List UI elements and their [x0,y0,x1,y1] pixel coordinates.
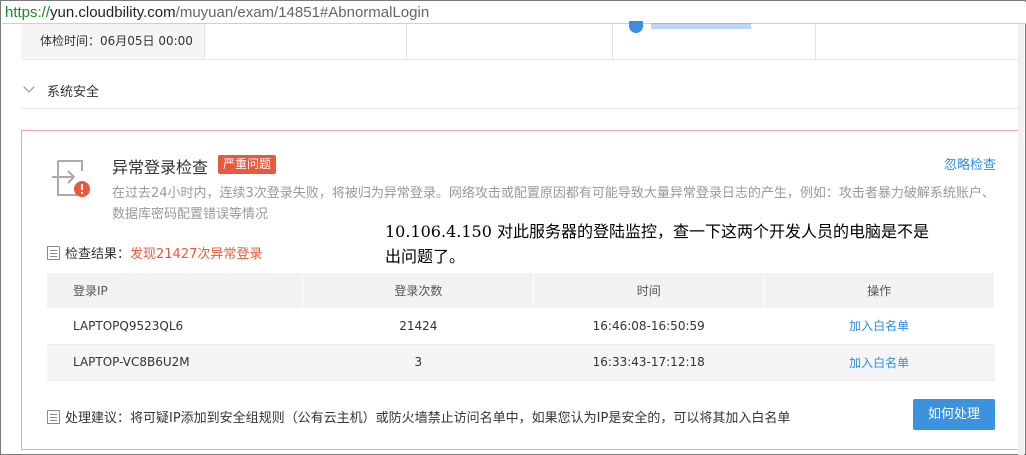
ignore-check-link[interactable]: 忽略检查 [944,154,996,173]
severity-badge: 严重问题 [218,155,277,174]
cell-action: 加入白名单 [763,308,995,345]
cell-count: 21424 [302,308,534,345]
chevron-down-icon[interactable] [23,81,35,93]
clipboard-icon [47,246,60,260]
status-text-fragment [651,23,751,29]
annotation-line-1: 10.106.4.150 对此服务器的登陆监控，查一下这两个开发人员的电脑是不是 [385,222,929,241]
table-row: LAPTOPQ9523QL6 21424 16:46:08-16:50:59 加… [47,308,995,345]
check-result: 检查结果：发现21427次异常登录 [47,243,262,262]
col-header-action: 操作 [763,273,995,308]
table-row: LAPTOP-VC8B6U2M 3 16:33:43-17:12:18 加入白名… [47,344,995,381]
url-scheme: https:// [5,4,51,21]
summary-card [613,24,816,60]
col-header-count: 登录次数 [302,273,535,308]
advice-text: 处理建议：将可疑IP添加到安全组规则（公有云主机）或防火墙禁止访问名单中，如果您… [65,411,791,426]
summary-card [407,24,613,60]
cell-time: 16:46:08-16:50:59 [533,308,764,345]
address-bar[interactable]: https://yun.cloudbility.com/muyuan/exam/… [2,2,1026,24]
cell-action: 加入白名单 [763,344,995,381]
login-warning-icon [52,160,90,197]
cell-count: 3 [302,344,534,381]
annotation-line-2: 出问题了。 [385,247,466,266]
cell-time: 16:33:43-17:12:18 [533,344,764,381]
result-label: 检查结果： [65,247,131,262]
add-whitelist-link[interactable]: 加入白名单 [849,356,909,370]
cell-ip: LAPTOPQ9523QL6 [47,308,303,345]
scrollbar-track[interactable] [1018,24,1024,455]
col-header-ip: 登录IP [47,273,304,308]
add-whitelist-link[interactable]: 加入白名单 [849,319,909,333]
clipboard-icon [47,410,60,424]
url-host: yun.cloudbility.com [50,4,176,21]
result-value: 发现21427次异常登录 [130,247,263,262]
handling-advice: 处理建议：将可疑IP添加到安全组规则（公有云主机）或防火墙禁止访问名单中，如果您… [47,407,790,426]
table-header-row: 登录IP 登录次数 时间 操作 [47,273,995,308]
login-table: 登录IP 登录次数 时间 操作 LAPTOPQ9523QL6 21424 16:… [47,273,995,381]
section-title: 系统安全 [47,85,100,100]
url-path: /muyuan/exam/14851#AbnormalLogin [175,4,430,21]
window-frame: https://yun.cloudbility.com/muyuan/exam/… [0,0,1026,455]
how-to-handle-button[interactable]: 如何处理 [913,399,995,430]
cell-ip: LAPTOP-VC8B6U2M [47,344,303,381]
check-title: 异常登录检查 [112,158,209,177]
abnormal-login-panel: 异常登录检查 严重问题 忽略检查 在过去24小时内，连续3次登录失败，将被归为异… [21,130,1025,450]
annotation-note: 10.106.4.150 对此服务器的登陆监控，查一下这两个开发人员的电脑是不是… [385,219,1025,269]
check-time: 体检时间：06月05日 00:00 [21,24,205,58]
section-header-system-security[interactable]: 系统安全 [21,71,1019,109]
col-header-time: 时间 [533,273,765,308]
